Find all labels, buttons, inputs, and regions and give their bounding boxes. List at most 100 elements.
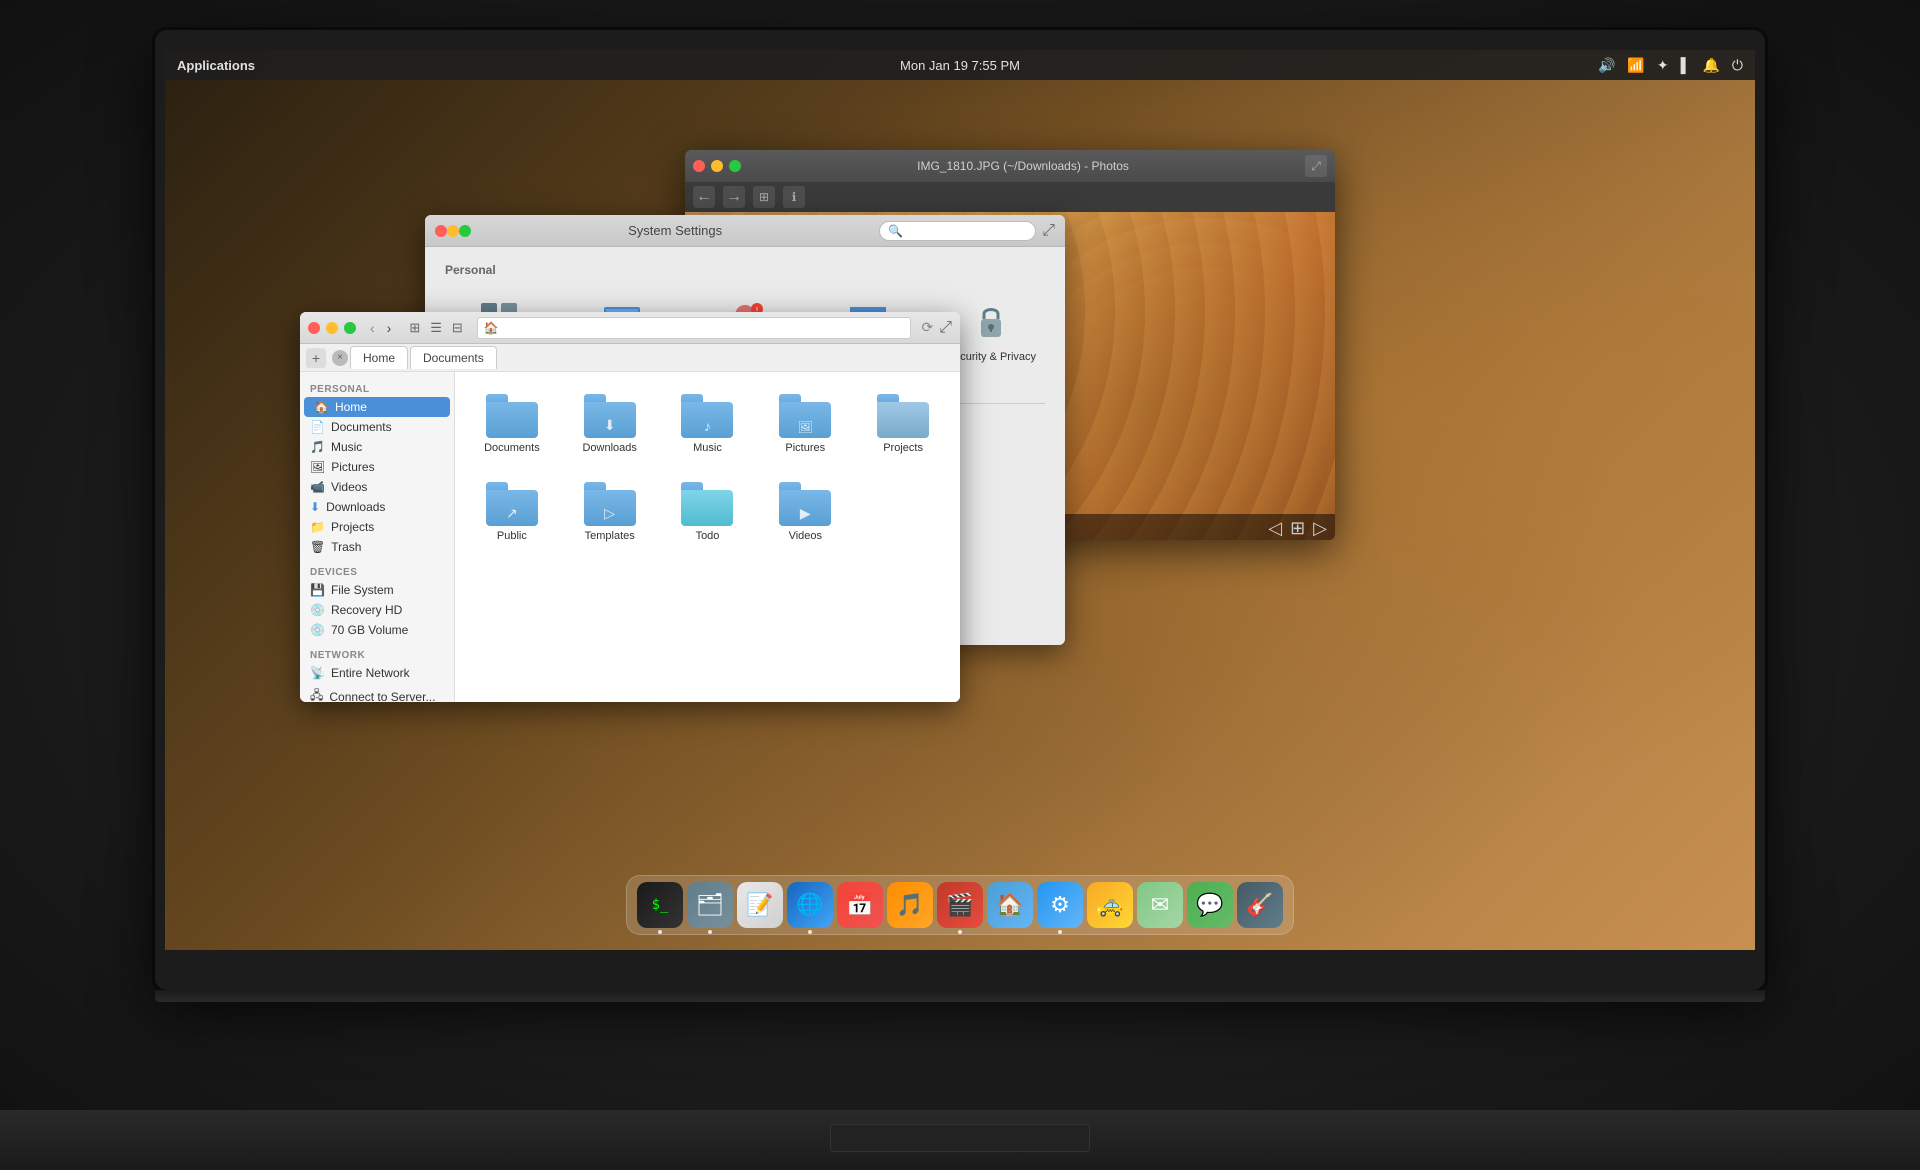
tab-documents[interactable]: Documents [410, 346, 497, 369]
sidebar-item-music[interactable]: 🎵 Music [300, 437, 454, 457]
sidebar-item-home[interactable]: 🏠 Home [304, 397, 450, 417]
sidebar-item-downloads[interactable]: ⬇ Downloads [300, 497, 454, 517]
files-close-button[interactable] [308, 322, 320, 334]
folder-videos[interactable]: ▶ Videos [764, 476, 846, 548]
browser-dot [808, 930, 812, 934]
sidebar-item-filesystem[interactable]: 💾 File System [300, 580, 454, 600]
dock-item-guitar[interactable]: 🎸 [1237, 882, 1283, 928]
settings-maximize-button[interactable] [459, 225, 471, 237]
tab-close-button[interactable]: × [332, 350, 348, 366]
volume-icon[interactable]: 🔊 [1598, 57, 1615, 74]
dock-item-mail[interactable]: ✉ [1137, 882, 1183, 928]
dock-item-files[interactable]: 🗂 [687, 882, 733, 928]
dock-item-editor[interactable]: 📝 [737, 882, 783, 928]
projects-sidebar-icon: 📁 [310, 520, 325, 534]
sidebar-item-documents[interactable]: 📄 Documents [300, 417, 454, 437]
folder-projects[interactable]: Projects [862, 388, 944, 460]
sidebar-item-trash[interactable]: 🗑 Trash [300, 537, 454, 557]
dock-item-calendar[interactable]: 📅 [837, 882, 883, 928]
sidebar-item-projects[interactable]: 📁 Projects [300, 517, 454, 537]
photos-info-icon[interactable]: ℹ [783, 186, 805, 208]
photos-forward-icon[interactable]: → [723, 186, 745, 208]
notification-icon[interactable]: 🔔 [1702, 57, 1719, 74]
dock-item-settings[interactable]: ⚙ [1037, 882, 1083, 928]
folder-todo[interactable]: Todo [667, 476, 749, 548]
folder-downloads[interactable]: ⬇ Downloads [569, 388, 651, 460]
photos-minimize-button[interactable] [711, 160, 723, 172]
wifi-icon[interactable]: 📶 [1627, 57, 1644, 74]
app-menu-label[interactable]: Applications [177, 58, 255, 73]
chat-icon: 💬 [1196, 892, 1223, 918]
files-back-button[interactable]: ‹ [366, 318, 379, 338]
photos-expand-button[interactable]: ⤢ [1305, 155, 1327, 177]
photos-maximize-button[interactable] [729, 160, 741, 172]
settings-search-input[interactable] [907, 224, 1027, 238]
settings-search-bar[interactable]: 🔍 [879, 221, 1036, 241]
folder-pictures[interactable]: 🖼 Pictures [764, 388, 846, 460]
tab-home-label: Home [363, 351, 395, 365]
files-address-input[interactable] [477, 317, 912, 339]
notes-icon: 🏠 [996, 892, 1023, 918]
folder-templates-icon: ▷ [584, 482, 636, 526]
files-body: Personal 🏠 Home 📄 Documents 🎵 Music [300, 372, 960, 702]
volume-sidebar-icon: 💿 [310, 623, 325, 637]
public-folder-badge: ↗ [506, 505, 518, 522]
dock-item-browser[interactable]: 🌐 [787, 882, 833, 928]
music-folder-badge: ♪ [704, 418, 711, 434]
dock-item-taxi[interactable]: 🚕 [1087, 882, 1133, 928]
folder-documents[interactable]: Documents [471, 388, 553, 460]
tab-add-button[interactable]: + [306, 348, 326, 368]
photos-back-icon[interactable]: ← [693, 186, 715, 208]
sidebar-pictures-label: Pictures [331, 460, 374, 474]
settings-expand-icon[interactable]: ⤢ [1042, 222, 1055, 240]
photos-next-icon[interactable]: ▷ [1313, 518, 1327, 539]
files-minimize-button[interactable] [326, 322, 338, 334]
files-view-buttons: ⊞ ☰ ⊟ [405, 318, 466, 338]
photos-grid-icon[interactable]: ⊞ [753, 186, 775, 208]
settings-dot [1058, 930, 1062, 934]
tab-home[interactable]: Home [350, 346, 408, 369]
menubar-left: Applications [177, 58, 1598, 73]
settings-dock-icon: ⚙ [1050, 892, 1070, 918]
music-sidebar-icon: 🎵 [310, 440, 325, 454]
trackpad[interactable] [830, 1124, 1090, 1152]
sidebar-item-volume[interactable]: 💿 70 GB Volume [300, 620, 454, 640]
files-dot [708, 930, 712, 934]
folder-music[interactable]: ♪ Music [667, 388, 749, 460]
tab-documents-label: Documents [423, 351, 484, 365]
sidebar-item-connect-server[interactable]: 🖧 Connect to Server... [300, 683, 454, 702]
folder-templates[interactable]: ▷ Templates [569, 476, 651, 548]
sidebar-documents-label: Documents [331, 420, 392, 434]
files-list-view-button[interactable]: ☰ [426, 318, 446, 338]
files-forward-button[interactable]: › [383, 318, 396, 338]
settings-close-button[interactable] [435, 225, 447, 237]
battery-icon[interactable]: ▌ [1681, 57, 1691, 73]
settings-title: System Settings [471, 223, 879, 238]
security-icon [967, 297, 1015, 345]
files-expand-icon[interactable]: ⤢ [939, 319, 952, 337]
dock-item-video[interactable]: 🎬 [937, 882, 983, 928]
entire-network-sidebar-icon: 📡 [310, 666, 325, 680]
folder-music-label: Music [693, 442, 722, 454]
sidebar-item-pictures[interactable]: 🖼 Pictures [300, 457, 454, 477]
dock-item-notes[interactable]: 🏠 [987, 882, 1033, 928]
settings-minimize-button[interactable] [447, 225, 459, 237]
menubar-right: 🔊 📶 ✦ ▌ 🔔 ⏻ [1598, 57, 1743, 74]
settings-titlebar: System Settings 🔍 ⤢ [425, 215, 1065, 247]
sidebar-item-recovery[interactable]: 💿 Recovery HD [300, 600, 454, 620]
files-refresh-icon[interactable]: ⟳ [921, 319, 933, 336]
files-column-view-button[interactable]: ⊟ [448, 318, 467, 338]
photos-close-button[interactable] [693, 160, 705, 172]
bluetooth-icon[interactable]: ✦ [1657, 57, 1669, 74]
sidebar-item-videos[interactable]: 📹 Videos [300, 477, 454, 497]
dock-item-chat[interactable]: 💬 [1187, 882, 1233, 928]
photos-grid-view-icon[interactable]: ⊞ [1290, 518, 1305, 539]
power-icon[interactable]: ⏻ [1732, 57, 1743, 74]
dock-item-terminal[interactable]: $_ [637, 882, 683, 928]
sidebar-item-entire-network[interactable]: 📡 Entire Network [300, 663, 454, 683]
dock-item-music[interactable]: 🎵 [887, 882, 933, 928]
files-grid-view-button[interactable]: ⊞ [405, 318, 424, 338]
files-maximize-button[interactable] [344, 322, 356, 334]
photos-prev-icon[interactable]: ◁ [1268, 518, 1282, 539]
folder-public[interactable]: ↗ Public [471, 476, 553, 548]
